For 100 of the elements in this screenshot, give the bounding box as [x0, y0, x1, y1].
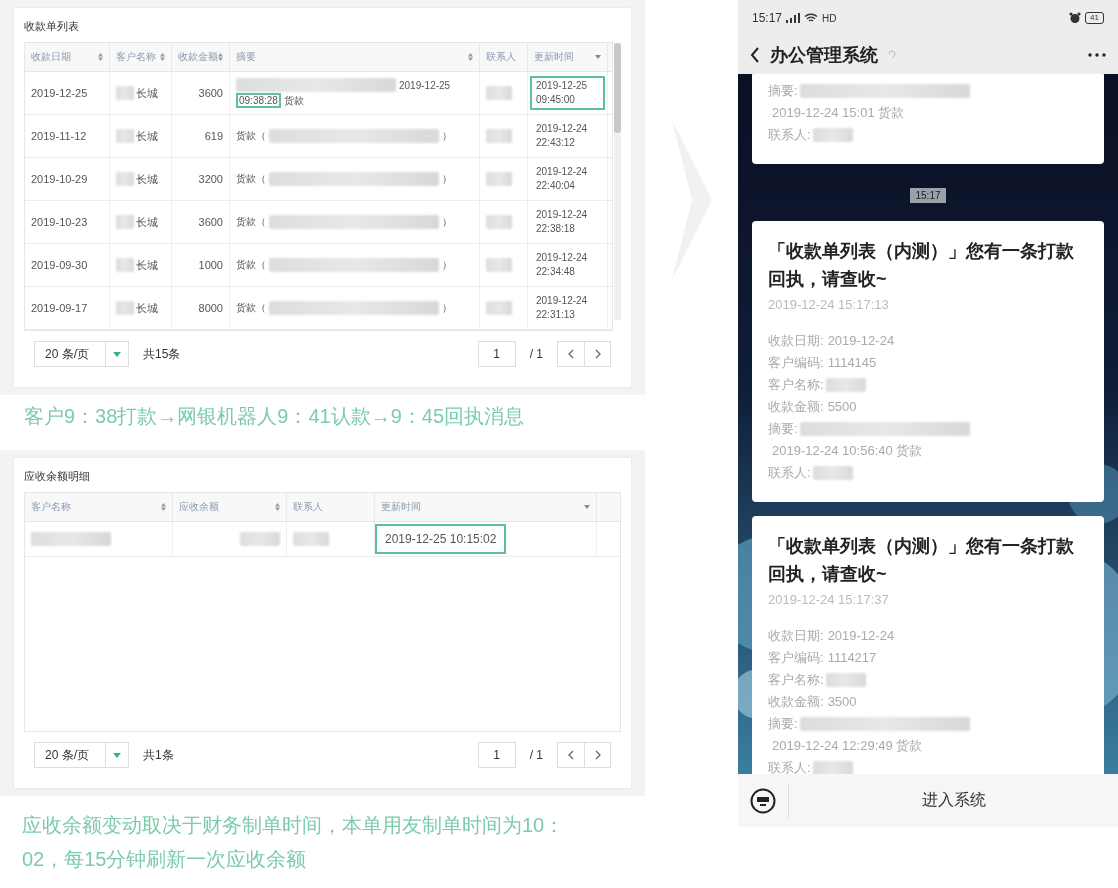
- field-value: 1114145: [827, 354, 877, 372]
- column-header[interactable]: 应收余额: [173, 493, 287, 521]
- sort-icon[interactable]: [98, 53, 103, 61]
- table-cell: 3200: [172, 158, 230, 200]
- column-header[interactable]: 客户名称: [25, 493, 173, 521]
- field-value: 3500: [827, 693, 857, 711]
- signal-icon: [786, 13, 801, 23]
- column-header[interactable]: 收款金额: [172, 43, 230, 71]
- blurred-text: [240, 532, 280, 546]
- summary-text: 货款（: [236, 301, 266, 315]
- field-value: 2019-12-24 10:56:40 货款: [772, 442, 923, 460]
- column-header[interactable]: 联系人: [287, 493, 375, 521]
- column-header[interactable]: 客户名称: [110, 43, 172, 71]
- summary-text: 货款（: [236, 129, 266, 143]
- field-label: 客户编码:: [768, 649, 824, 667]
- network-label: HD: [822, 12, 837, 24]
- table-cell-text: 2019-12-24 22:43:12: [535, 122, 589, 150]
- blurred-text: [486, 258, 512, 272]
- column-header[interactable]: 摘要: [230, 43, 480, 71]
- column-header[interactable]: 更新时间: [375, 493, 597, 521]
- field-value: 2019-12-24: [827, 332, 895, 350]
- scrollbar[interactable]: [614, 43, 621, 133]
- table-cell: 长城: [136, 85, 158, 101]
- table-cell: 长城: [136, 214, 158, 230]
- highlighted-time: 2019-12-25 09:45:00: [530, 76, 605, 110]
- table-cell: 2019-10-23: [25, 201, 110, 243]
- field-label: 摘要:: [768, 715, 798, 733]
- table-cell: 1000: [172, 244, 230, 286]
- summary-text: ）: [442, 258, 452, 272]
- sort-icon[interactable]: [218, 53, 223, 61]
- sort-descending-icon[interactable]: [584, 505, 590, 509]
- caret-icon: [113, 752, 121, 758]
- field-value: 2019-12-24: [827, 627, 895, 645]
- page-input[interactable]: 1: [477, 742, 516, 768]
- page-input[interactable]: 1: [477, 341, 516, 367]
- table-cell: 3600: [172, 201, 230, 243]
- page-size-dropdown[interactable]: 20 条/页: [34, 341, 129, 367]
- field-label: 联系人:: [768, 464, 811, 482]
- column-header[interactable]: 联系人: [480, 43, 528, 71]
- table-cell: 2019-09-30: [25, 244, 110, 286]
- sort-icon[interactable]: [468, 53, 473, 61]
- sort-descending-icon[interactable]: [595, 55, 601, 59]
- wifi-icon: [804, 13, 819, 23]
- sort-icon[interactable]: [275, 503, 280, 511]
- summary-text: ）: [442, 215, 452, 229]
- page-size-dropdown[interactable]: 20 条/页: [34, 742, 129, 768]
- message-time: 2019-12-24 15:17:37: [768, 592, 890, 607]
- chevron-right-icon: [594, 750, 601, 760]
- column-header[interactable]: 收款日期: [25, 43, 110, 71]
- table-cell-text: 2019-12-24 22:34:48: [535, 251, 589, 279]
- blurred-text: [486, 215, 512, 229]
- blurred-text: [116, 172, 134, 186]
- table-cell: 2019-11-12: [25, 115, 110, 157]
- blurred-text: [116, 215, 134, 229]
- blurred-text: [486, 86, 512, 100]
- table-cell-text: 2019-12-24 22:40:04: [535, 165, 589, 193]
- blurred-text: [116, 129, 134, 143]
- more-icon[interactable]: [1088, 53, 1106, 57]
- blurred-text: [486, 172, 512, 186]
- page-total: / 1: [529, 748, 543, 762]
- table-cell: 长城: [136, 257, 158, 273]
- table-cell: 2019-09-17: [25, 287, 110, 329]
- sort-icon[interactable]: [161, 503, 166, 511]
- summary-text: ）: [442, 129, 452, 143]
- field-label: 摘要:: [768, 420, 798, 438]
- blurred-text: [116, 258, 134, 272]
- message-title: 「收款单列表（内测）」您有一条打款回执，请查收~: [768, 535, 1075, 586]
- chevron-left-icon: [568, 349, 574, 359]
- table-cell: 长城: [136, 300, 158, 316]
- caption: 客户9：38打款→网银机器人9：41认款→9：45回执消息: [23, 404, 526, 429]
- table-cell: 长城: [136, 171, 158, 187]
- blurred-text: [486, 301, 512, 315]
- table-cell: 长城: [136, 128, 158, 144]
- summary-text: 货款: [283, 93, 304, 108]
- blurred-text: [486, 129, 512, 143]
- field-label: 收款金额:: [768, 693, 824, 711]
- field-label: 客户编码:: [768, 354, 824, 372]
- highlighted-time: 2019-12-25 10:15:02: [375, 524, 507, 554]
- keyboard-icon[interactable]: [750, 787, 776, 814]
- column-header[interactable]: 更新时间: [528, 43, 608, 71]
- table-cell-text: 2019-12-24 22:38:18: [535, 208, 589, 236]
- chevron-left-icon: [568, 750, 574, 760]
- field-label: 客户名称:: [768, 376, 824, 394]
- table-cell-text: 2019-12-24 22:31:13: [535, 294, 589, 322]
- highlighted-time: 09:38:28: [236, 93, 281, 108]
- field-label: 收款金额:: [768, 398, 824, 416]
- table-cell: 619: [172, 115, 230, 157]
- page-total: / 1: [529, 347, 543, 361]
- summary-text: ）: [442, 301, 452, 315]
- battery-indicator: 41: [1085, 12, 1104, 24]
- back-icon[interactable]: [750, 47, 760, 63]
- field-label: 收款日期:: [768, 627, 824, 645]
- chat-title: 办公管理系统: [770, 44, 878, 67]
- field-label: 收款日期:: [768, 332, 824, 350]
- field-label: 摘要:: [768, 82, 798, 100]
- message-title: 「收款单列表（内测）」您有一条打款回执，请查收~: [768, 240, 1075, 291]
- field-value: 2019-12-24 15:01 货款: [772, 104, 905, 122]
- summary-text: 货款（: [236, 172, 266, 186]
- sort-icon[interactable]: [160, 53, 165, 61]
- caption: 应收余额变动取决于财务制单时间，本单用友制单时间为10：02，每15分钟刷新一次应收余额: [21, 813, 566, 872]
